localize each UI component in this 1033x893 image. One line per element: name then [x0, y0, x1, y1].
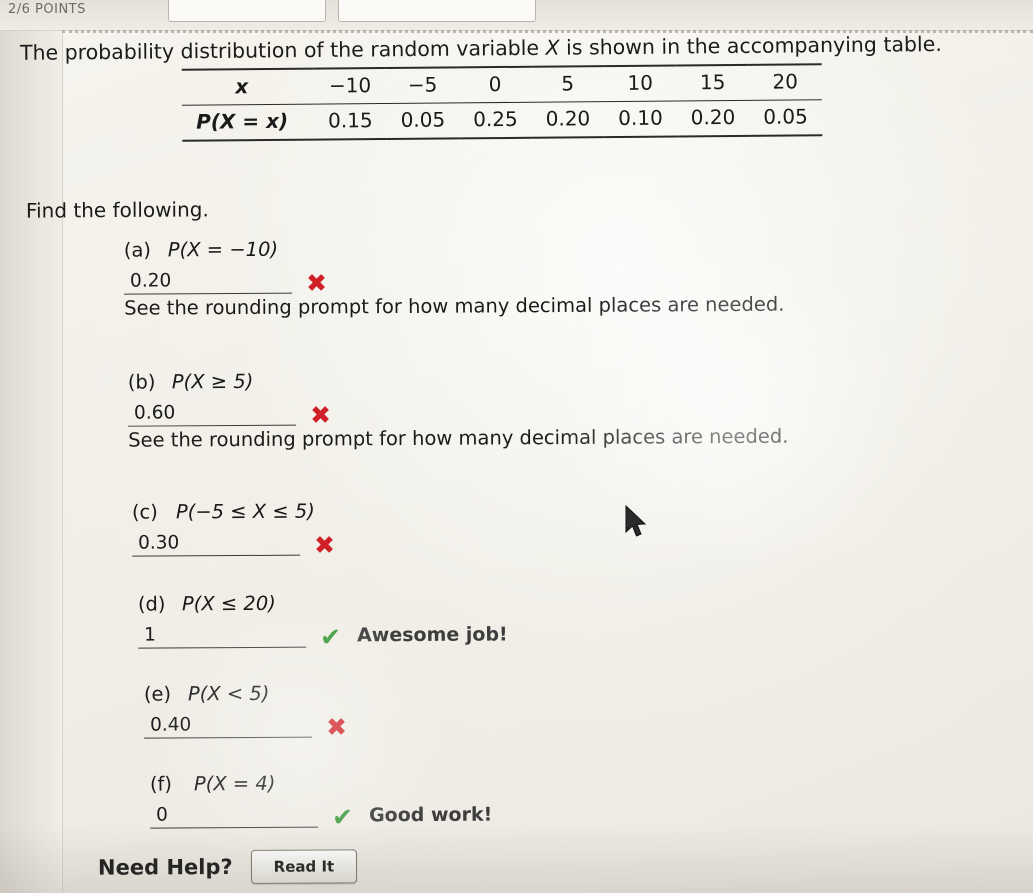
part-d-expression: P(X ≤ 20)	[181, 591, 276, 616]
part-b-expression: P(X ≥ 5)	[171, 369, 254, 394]
part-b-answer-input[interactable]: 0.60	[127, 401, 297, 427]
part-c-answer-input[interactable]: 0.30	[132, 531, 301, 557]
part-d-heading: (d) P(X ≤ 20)	[137, 587, 1018, 616]
table-cell-p: 0.15	[313, 103, 387, 140]
part-a-expression: P(X = −10)	[167, 237, 279, 262]
part-c-heading: (c) P(−5 ≤ X ≤ 5)	[131, 495, 1012, 524]
part-a-answer-row: 0.20 ✖	[123, 259, 1004, 298]
part-f-heading: (f) P(X = 4)	[149, 767, 1030, 796]
part-f-answer-row: 0 ✔ Good work!	[150, 793, 1030, 832]
table-cell-x: −5	[386, 67, 460, 104]
part-d: (d) P(X ≤ 20) 1 ✔ Awesome job!	[137, 587, 1018, 652]
table-cell-p: 0.05	[386, 102, 460, 140]
part-d-answer-row: 1 ✔ Awesome job!	[138, 613, 1018, 652]
part-b-label: (b)	[127, 370, 156, 394]
correct-icon: ✔	[320, 622, 342, 652]
correct-icon: ✔	[332, 802, 354, 832]
table-cell-p: 0.25	[459, 102, 532, 139]
table-row-probability: P(X = x) 0.15 0.05 0.25 0.20 0.10 0.20 0…	[182, 99, 822, 141]
part-a-label: (a)	[123, 238, 152, 262]
find-following-text: Find the following.	[25, 197, 209, 223]
chrome-field-1[interactable]	[168, 0, 326, 22]
read-it-button[interactable]: Read It	[250, 849, 358, 884]
question-intro: The probability distribution of the rand…	[20, 31, 1030, 66]
part-f: (f) P(X = 4) 0 ✔ Good work!	[149, 767, 1030, 832]
distribution-table: x −10 −5 0 5 10 15 20 P(X = x) 0.15 0.05…	[181, 63, 822, 142]
chrome-field-2[interactable]	[338, 0, 536, 22]
table-cell-p: 0.10	[604, 100, 677, 138]
part-d-label: (d)	[137, 592, 166, 616]
part-f-answer-input[interactable]: 0	[150, 803, 319, 829]
part-a-answer-input[interactable]: 0.20	[123, 269, 293, 295]
part-b-heading: (b) P(X ≥ 5)	[127, 365, 1008, 394]
part-f-label: (f)	[149, 772, 173, 796]
incorrect-icon: ✖	[314, 530, 336, 560]
part-a-note: See the rounding prompt for how many dec…	[124, 292, 785, 320]
table-cell-x: −10	[313, 68, 387, 105]
part-b-answer-row: 0.60 ✖	[127, 391, 1008, 430]
part-e-heading: (e) P(X < 5)	[143, 677, 1024, 706]
intro-variable: X	[545, 35, 560, 60]
points-label: 2/6 POINTS	[8, 2, 86, 17]
table-cell-x: 5	[531, 66, 605, 103]
part-e-expression: P(X < 5)	[187, 681, 270, 706]
incorrect-icon: ✖	[305, 268, 328, 298]
need-help-label: Need Help?	[97, 854, 233, 880]
incorrect-icon: ✖	[309, 400, 332, 430]
question-content: The probability distribution of the rand…	[20, 30, 1033, 893]
part-d-answer-input[interactable]: 1	[138, 623, 307, 649]
part-f-expression: P(X = 4)	[193, 771, 276, 796]
part-a-heading: (a) P(X = −10)	[123, 233, 1004, 262]
intro-text-after: is shown in the accompanying table.	[559, 31, 942, 60]
table-row-x: x −10 −5 0 5 10 15 20	[181, 64, 822, 106]
part-c: (c) P(−5 ≤ X ≤ 5) 0.30 ✖	[131, 495, 1012, 560]
table-row-header-x: x	[181, 68, 314, 106]
part-e-answer-input[interactable]: 0.40	[144, 713, 313, 739]
part-c-answer-row: 0.30 ✖	[132, 521, 1012, 560]
table-cell-p: 0.05	[749, 99, 822, 136]
table-row-header-p: P(X = x)	[182, 104, 315, 141]
incorrect-icon: ✖	[326, 712, 348, 742]
part-d-feedback: Awesome job!	[356, 623, 508, 647]
part-b-note: See the rounding prompt for how many dec…	[128, 424, 789, 452]
table-cell-p: 0.20	[676, 100, 750, 137]
part-b: (b) P(X ≥ 5) 0.60 ✖ See the rounding prom…	[127, 365, 1008, 452]
part-a: (a) P(X = −10) 0.20 ✖ See the rounding pr…	[123, 233, 1004, 320]
part-e-label: (e)	[143, 682, 172, 706]
part-e-answer-row: 0.40 ✖	[144, 703, 1024, 742]
left-gutter	[0, 0, 63, 893]
table-cell-x: 20	[748, 64, 822, 101]
table-cell-x: 0	[458, 66, 532, 103]
part-c-label: (c)	[131, 500, 158, 524]
part-c-expression: P(−5 ≤ X ≤ 5)	[175, 499, 315, 524]
table-cell-p: 0.20	[531, 101, 605, 138]
intro-text-before: The probability distribution of the rand…	[19, 35, 546, 65]
need-help-section: Need Help? Read It	[97, 849, 358, 884]
part-e: (e) P(X < 5) 0.40 ✖	[143, 677, 1024, 742]
part-f-feedback: Good work!	[368, 803, 493, 827]
table-cell-x: 10	[603, 65, 677, 102]
table-cell-x: 15	[676, 64, 750, 101]
